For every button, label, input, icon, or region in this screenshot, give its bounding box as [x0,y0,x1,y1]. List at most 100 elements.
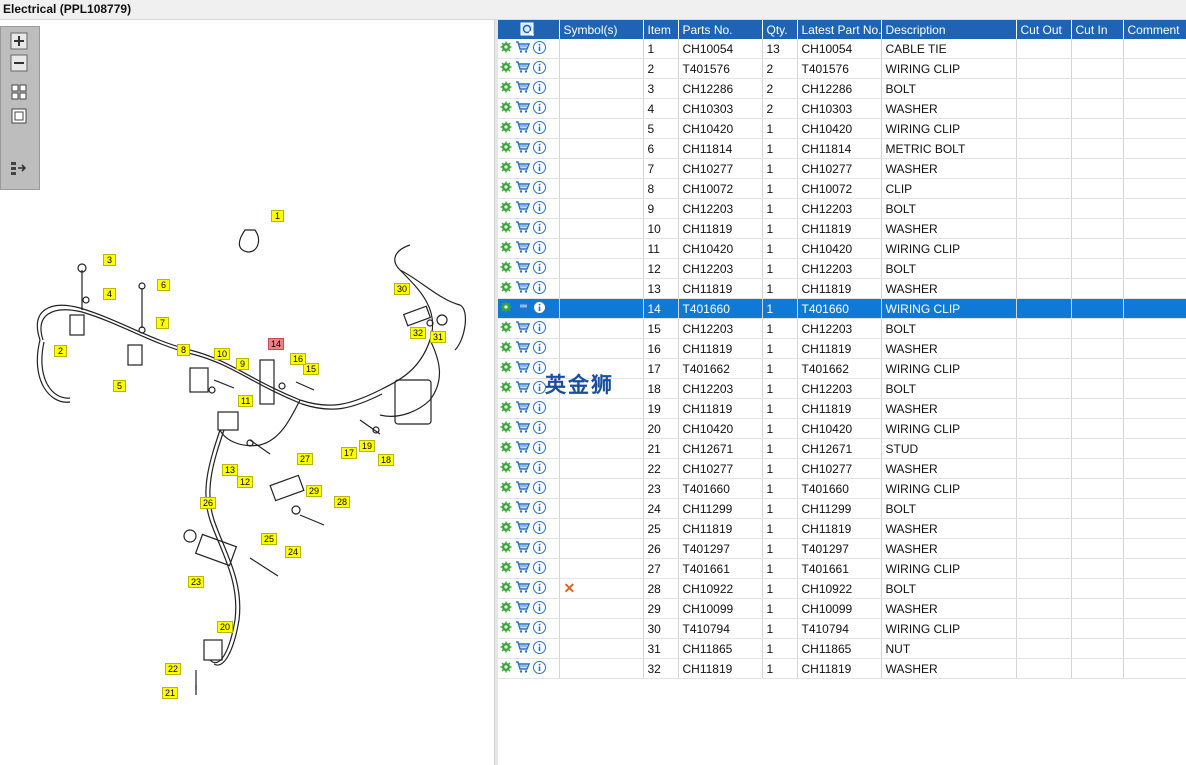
callout-6[interactable]: 6 [157,279,170,291]
info-icon[interactable] [533,140,546,157]
table-row[interactable]: 4 CH10303 2 CH10303 WASHER [498,98,1186,119]
shopping-cart-icon[interactable] [515,581,531,596]
table-row[interactable]: 24 CH11299 1 CH11299 BOLT [498,498,1186,519]
gear-icon[interactable] [500,541,512,556]
info-icon[interactable] [533,60,546,77]
callout-1[interactable]: 1 [271,210,284,222]
table-row[interactable]: 30 T410794 1 T410794 WIRING CLIP [498,618,1186,639]
zoom-in-icon[interactable] [10,32,28,50]
shopping-cart-icon[interactable] [515,161,531,176]
gear-icon[interactable] [500,601,512,616]
shopping-cart-icon[interactable] [515,461,531,476]
gear-icon[interactable] [500,441,512,456]
table-row[interactable]: 9 CH12203 1 CH12203 BOLT [498,198,1186,219]
gear-icon[interactable] [500,421,512,436]
callout-3[interactable]: 3 [103,254,116,266]
shopping-cart-icon[interactable] [515,181,531,196]
callout-4[interactable]: 4 [103,288,116,300]
callout-21[interactable]: 21 [162,687,179,699]
table-row[interactable]: 27 T401661 1 T401661 WIRING CLIP [498,558,1186,579]
shopping-cart-icon[interactable] [515,101,531,116]
callout-22[interactable]: 22 [165,663,182,675]
gear-icon[interactable] [500,401,512,416]
callout-17[interactable]: 17 [341,447,358,459]
info-icon[interactable] [533,400,546,417]
info-icon[interactable] [533,520,546,537]
export-list-icon[interactable] [10,159,28,177]
gear-icon[interactable] [500,641,512,656]
info-icon[interactable] [533,320,546,337]
callout-12[interactable]: 12 [237,476,254,488]
gear-icon[interactable] [500,161,512,176]
table-row[interactable]: 11 CH10420 1 CH10420 WIRING CLIP [498,238,1186,259]
shopping-cart-icon[interactable] [515,521,531,536]
table-row[interactable]: 1 CH10054 13 CH10054 CABLE TIE [498,39,1186,59]
shopping-cart-icon[interactable] [515,381,531,396]
gear-icon[interactable] [500,561,512,576]
info-icon[interactable] [533,460,546,477]
shopping-cart-icon[interactable] [515,261,531,276]
table-row[interactable]: 31 CH11865 1 CH11865 NUT [498,638,1186,659]
shopping-cart-icon[interactable] [515,121,531,136]
shopping-cart-icon[interactable] [515,41,531,56]
gear-icon[interactable] [500,321,512,336]
gear-icon[interactable] [500,521,512,536]
shopping-cart-icon[interactable] [515,301,531,316]
table-row[interactable]: 23 T401660 1 T401660 WIRING CLIP [498,478,1186,499]
callout-29[interactable]: 29 [306,485,323,497]
table-row[interactable]: 19 CH11819 1 CH11819 WASHER [498,398,1186,419]
shopping-cart-icon[interactable] [515,81,531,96]
shopping-cart-icon[interactable] [515,561,531,576]
table-row[interactable]: 2 T401576 2 T401576 WIRING CLIP [498,58,1186,79]
column-header-description[interactable]: Description [881,20,1017,39]
info-icon[interactable] [533,40,546,57]
column-header-qty[interactable]: Qty. [762,20,798,39]
info-icon[interactable] [533,220,546,237]
shopping-cart-icon[interactable] [515,321,531,336]
shopping-cart-icon[interactable] [515,141,531,156]
gear-icon[interactable] [500,61,512,76]
callout-8[interactable]: 8 [177,344,190,356]
shopping-cart-icon[interactable] [515,241,531,256]
shopping-cart-icon[interactable] [515,621,531,636]
gear-icon[interactable] [500,121,512,136]
shopping-cart-icon[interactable] [515,641,531,656]
shopping-cart-icon[interactable] [515,661,531,676]
shopping-cart-icon[interactable] [515,401,531,416]
gear-icon[interactable] [500,81,512,96]
table-row[interactable]: 12 CH12203 1 CH12203 BOLT [498,258,1186,279]
gear-icon[interactable] [500,341,512,356]
table-row[interactable]: 7 CH10277 1 CH10277 WASHER [498,158,1186,179]
table-row[interactable]: 5 CH10420 1 CH10420 WIRING CLIP [498,118,1186,139]
info-icon[interactable] [533,480,546,497]
gear-icon[interactable] [500,221,512,236]
info-icon[interactable] [533,660,546,677]
info-icon[interactable] [533,120,546,137]
table-row[interactable]: 10 CH11819 1 CH11819 WASHER [498,218,1186,239]
table-row[interactable]: 14 T401660 1 T401660 WIRING CLIP [498,298,1186,319]
gear-icon[interactable] [500,461,512,476]
shopping-cart-icon[interactable] [515,201,531,216]
table-row[interactable]: 26 T401297 1 T401297 WASHER [498,538,1186,559]
info-icon[interactable] [533,80,546,97]
gear-icon[interactable] [500,141,512,156]
callout-26[interactable]: 26 [200,497,217,509]
gear-icon[interactable] [500,661,512,676]
callout-28[interactable]: 28 [334,496,351,508]
shopping-cart-icon[interactable] [515,421,531,436]
callout-25[interactable]: 25 [261,533,278,545]
search-parts-icon[interactable] [520,22,536,37]
callout-31[interactable]: 31 [430,331,447,343]
callout-9[interactable]: 9 [236,358,249,370]
fit-window-icon[interactable] [10,107,28,125]
shopping-cart-icon[interactable] [515,481,531,496]
table-row[interactable]: 8 CH10072 1 CH10072 CLIP [498,178,1186,199]
table-row[interactable]: 20 CH10420 1 CH10420 WIRING CLIP [498,418,1186,439]
info-icon[interactable] [533,440,546,457]
gear-icon[interactable] [500,581,512,596]
callout-14-highlighted[interactable]: 14 [268,338,285,350]
zoom-out-icon[interactable] [10,54,28,72]
column-header-actions[interactable] [498,20,560,39]
column-header-cut-in[interactable]: Cut In [1071,20,1124,39]
callout-16[interactable]: 16 [290,353,307,365]
